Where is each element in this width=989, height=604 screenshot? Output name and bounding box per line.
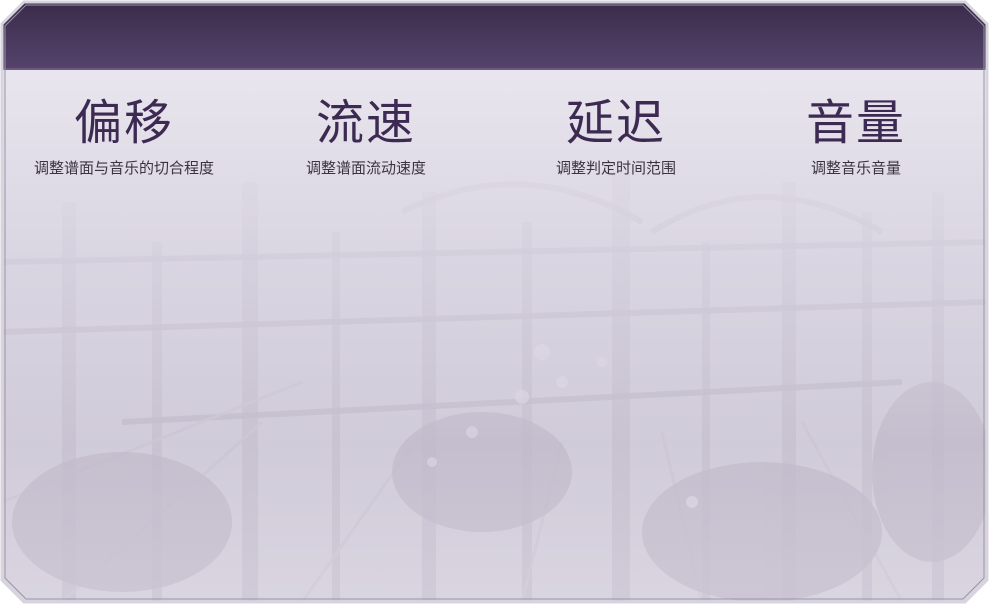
setting-volume[interactable]: 音量 调整音乐音量 [736,94,976,178]
setting-volume-title: 音量 [805,95,906,151]
setting-delay[interactable]: 延迟 调整判定时间范围 [496,94,736,178]
setting-offset-title: 偏移 [73,95,174,151]
setting-offset-description: 调整谱面与音乐的切合程度 [33,159,214,177]
settings-panel: 偏移 调整谱面与音乐的切合程度 流速 调整谱面流动速度 延迟 调整判定时间范围 … [2,2,987,602]
setting-offset[interactable]: 偏移 调整谱面与音乐的切合程度 [4,94,244,178]
setting-speed-description: 调整谱面流动速度 [305,159,426,177]
header-band [2,2,987,70]
setting-speed[interactable]: 流速 调整谱面流动速度 [246,94,486,178]
setting-speed-title: 流速 [315,95,416,151]
setting-delay-description: 调整判定时间范围 [555,159,676,177]
setting-delay-title: 延迟 [565,95,666,151]
setting-volume-description: 调整音乐音量 [810,159,901,177]
